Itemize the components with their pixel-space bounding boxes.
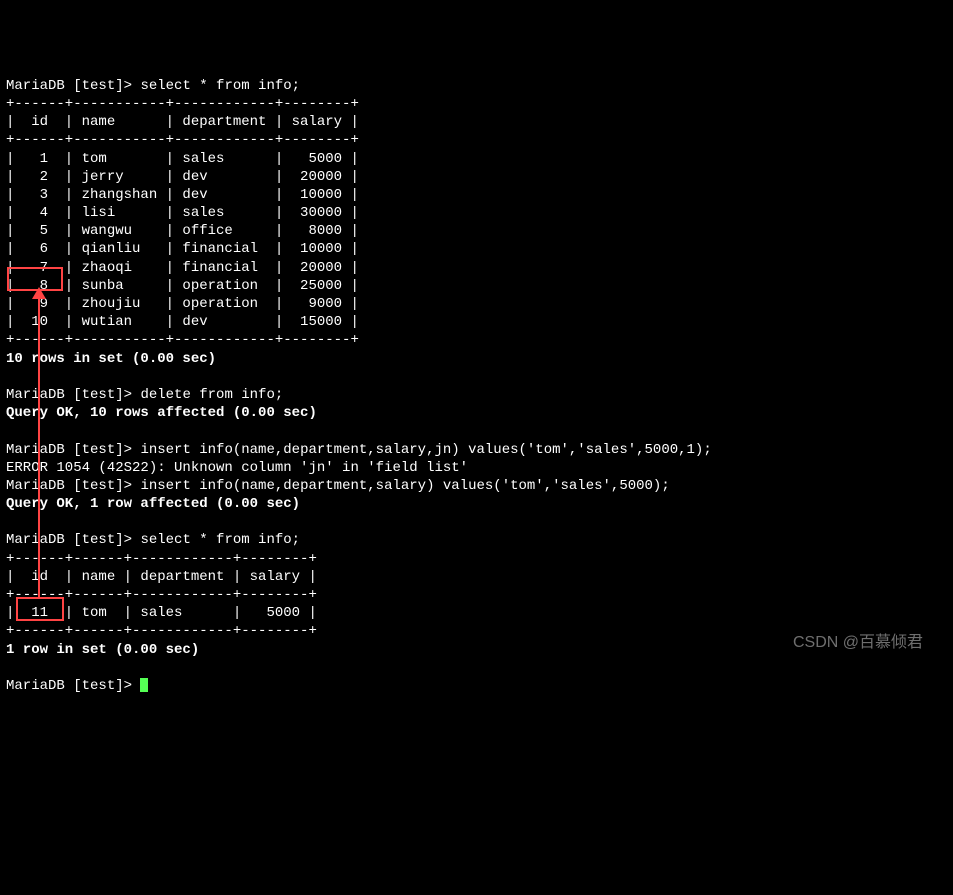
cursor-icon <box>140 678 148 692</box>
table-border: +------+------+------------+--------+ <box>6 551 317 567</box>
table-row: | 1 | tom | sales | 5000 | <box>6 151 359 167</box>
table-header: | id | name | department | salary | <box>6 569 317 585</box>
table-row: | 3 | zhangshan | dev | 10000 | <box>6 187 359 203</box>
prompt: MariaDB [test]> <box>6 678 132 694</box>
query-result: 1 row in set (0.00 sec) <box>6 642 199 658</box>
table-row: | 4 | lisi | sales | 30000 | <box>6 205 359 221</box>
sql-command: insert info(name,department,salary) valu… <box>140 478 669 494</box>
table-row: | 10 | wutian | dev | 15000 | <box>6 314 359 330</box>
sql-command: insert info(name,department,salary,jn) v… <box>140 442 711 458</box>
prompt: MariaDB [test]> <box>6 387 132 403</box>
prompt: MariaDB [test]> <box>6 532 132 548</box>
sql-command: delete from info; <box>140 387 283 403</box>
query-result: 10 rows in set (0.00 sec) <box>6 351 216 367</box>
terminal-output[interactable]: MariaDB [test]> select * from info; +---… <box>6 77 947 695</box>
table-row: | 2 | jerry | dev | 20000 | <box>6 169 359 185</box>
error-message: ERROR 1054 (42S22): Unknown column 'jn' … <box>6 460 468 476</box>
query-result: Query OK, 1 row affected (0.00 sec) <box>6 496 300 512</box>
table-border: +------+-----------+------------+-------… <box>6 332 359 348</box>
table-row: | 7 | zhaoqi | financial | 20000 | <box>6 260 359 276</box>
prompt: MariaDB [test]> <box>6 442 132 458</box>
table-header: | id | name | department | salary | <box>6 114 359 130</box>
prompt: MariaDB [test]> <box>6 478 132 494</box>
table-border: +------+------+------------+--------+ <box>6 623 317 639</box>
prompt: MariaDB [test]> <box>6 78 132 94</box>
table-border: +------+-----------+------------+-------… <box>6 132 359 148</box>
table-border: +------+------+------------+--------+ <box>6 587 317 603</box>
table-row: | 8 | sunba | operation | 25000 | <box>6 278 359 294</box>
table-row: | 9 | zhoujiu | operation | 9000 | <box>6 296 359 312</box>
table-border: +------+-----------+------------+-------… <box>6 96 359 112</box>
table-row: | 6 | qianliu | financial | 10000 | <box>6 241 359 257</box>
query-result: Query OK, 10 rows affected (0.00 sec) <box>6 405 317 421</box>
sql-command: select * from info; <box>140 78 300 94</box>
sql-command: select * from info; <box>140 532 300 548</box>
table-row: | 5 | wangwu | office | 8000 | <box>6 223 359 239</box>
table-row: | 11 | tom | sales | 5000 | <box>6 605 317 621</box>
